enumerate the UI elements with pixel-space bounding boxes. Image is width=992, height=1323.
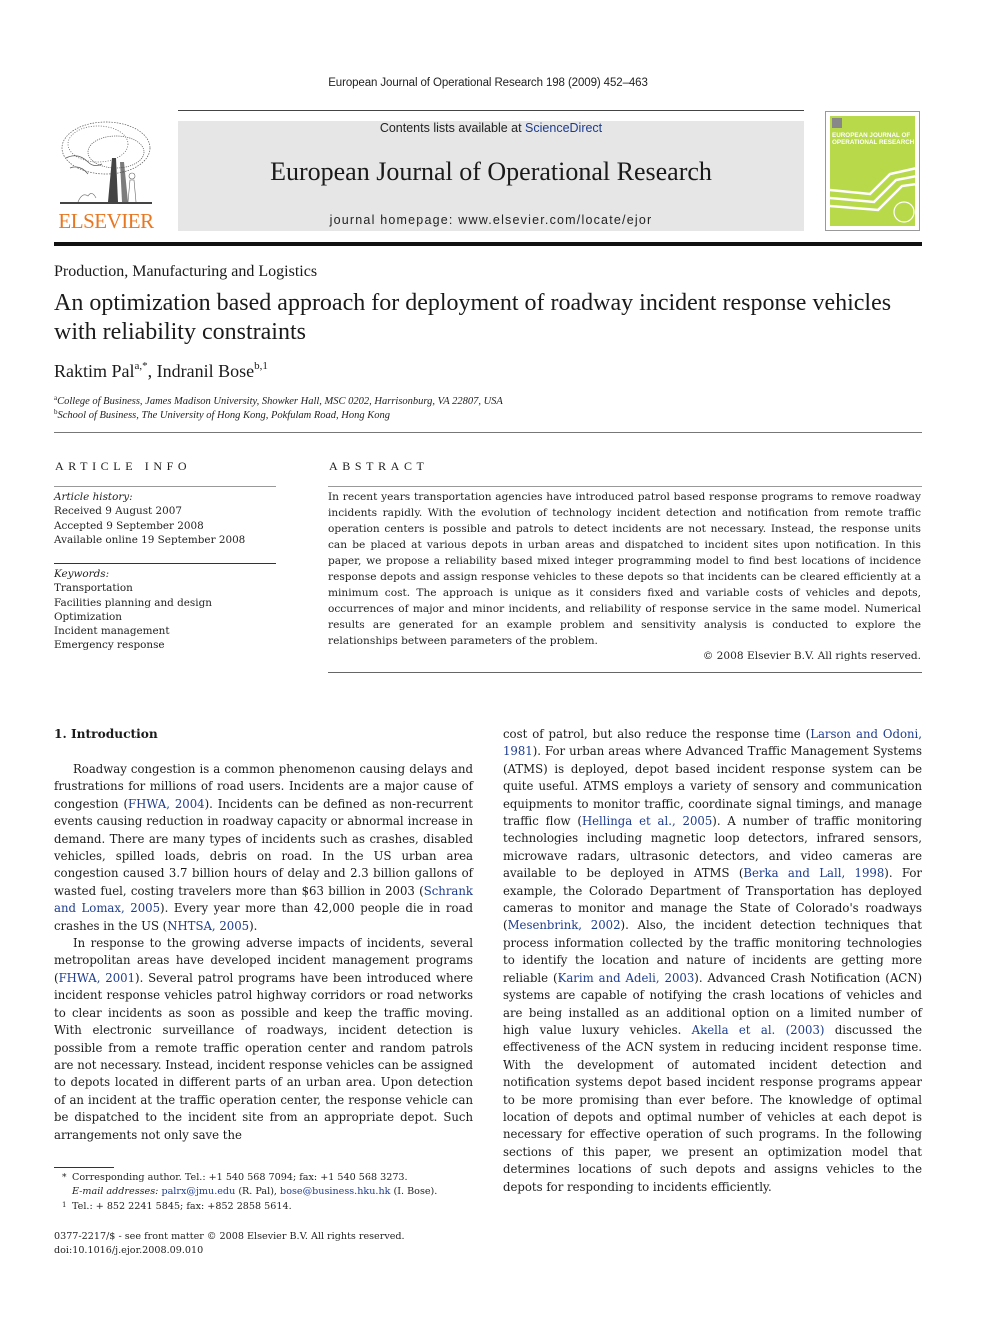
masthead-top-rule [178,110,804,111]
citation-link[interactable]: Berka and Lall, 1998 [743,866,884,880]
footnotes: * Corresponding author. Tel.: +1 540 568… [54,1171,474,1214]
keyword: Transportation [54,582,133,595]
keywords-label: Keywords: [54,568,110,580]
body-text: discussed the effectiveness of the ACN s… [503,1022,922,1194]
article-history: Article history: Received 9 August 2007 … [54,490,276,547]
abstract-heading: ABSTRACT [329,459,429,473]
keywords: Keywords: Transportation Facilities plan… [54,567,276,653]
article-info-rule [54,486,276,487]
doi[interactable]: doi:10.1016/j.ejor.2008.09.010 [54,1244,405,1258]
history-accepted: Accepted 9 September 2008 [54,519,204,532]
author-name[interactable]: Raktim Pal [54,361,135,381]
keyword: Optimization [54,610,122,623]
journal-title: European Journal of Operational Research [270,157,712,186]
affiliation: aCollege of Business, James Madison Univ… [54,394,503,407]
elsevier-tree-icon [60,121,152,204]
author-name[interactable]: Indranil Bose [157,361,254,381]
body-text: cost of patrol, but also reduce the resp… [503,727,811,741]
issn-line: 0377-2217/$ - see front matter © 2008 El… [54,1231,405,1242]
elsevier-wordmark: ELSEVIER [58,209,154,233]
contents-prefix: Contents lists available at [379,121,526,135]
author-list: Raktim Pala,*, Indranil Boseb,1 [54,360,268,382]
footnote-text: Corresponding author. Tel.: +1 540 568 7… [72,1172,408,1183]
email-link[interactable]: bose@business.hku.hk [280,1186,390,1197]
cover-image: EUROPEAN JOURNAL OF OPERATIONAL RESEARCH [830,116,915,226]
footnote-mark: * [62,1173,67,1183]
journal-homepage[interactable]: journal homepage: www.elsevier.com/locat… [178,213,804,227]
body-column-right: cost of patrol, but also reduce the resp… [503,726,922,1196]
footnote-emails: E-mail addresses: palrx@jmu.edu (R. Pal)… [54,1185,474,1199]
body-paragraph: cost of patrol, but also reduce the resp… [503,726,922,1196]
masthead-bottom-rule [54,242,922,246]
email-owner: (I. Bose). [390,1186,438,1198]
email-owner: (R. Pal), [235,1186,281,1198]
header-rule [54,432,922,433]
footnote-1: 1 Tel.: + 852 2241 5845; fax: +852 2858 … [54,1200,474,1214]
article-info-heading: ARTICLE INFO [55,459,192,473]
affiliation-text: College of Business, James Madison Unive… [57,396,503,407]
cover-title-line2: OPERATIONAL RESEARCH [832,139,915,146]
email-label: E-mail addresses: [72,1186,159,1198]
citation-link[interactable]: Hellinga et al., 2005 [582,814,712,828]
body-paragraph: Roadway congestion is a common phenomeno… [54,761,473,935]
abstract-rule [328,486,922,487]
citation-link[interactable]: FHWA, 2004 [128,797,205,811]
article-title: An optimization based approach for deplo… [54,290,892,345]
journal-masthead-box: Contents lists available at ScienceDirec… [178,121,804,231]
sciencedirect-link[interactable]: ScienceDirect [525,121,602,135]
footnote-mark: 1 [62,1200,67,1209]
citation-link[interactable]: Karim and Adeli, 2003 [558,971,695,985]
body-text: ). Incidents can be defined as non-recur… [54,796,473,898]
cover-title-line1: EUROPEAN JOURNAL OF [832,132,911,139]
history-received: Received 9 August 2007 [54,505,182,518]
abstract-text: In recent years transportation agencies … [328,491,921,647]
author-separator: , [147,361,157,381]
section-heading-introduction: 1. Introduction [54,727,158,741]
citation-link[interactable]: Mesenbrink, 2002 [508,918,621,932]
body-paragraph: In response to the growing adverse impac… [54,935,473,1144]
keyword: Emergency response [54,639,165,652]
abstract-copyright: © 2008 Elsevier B.V. All rights reserved… [702,650,921,662]
euro-emblem-icon [893,201,915,223]
author-marks[interactable]: a,* [135,360,148,372]
keyword: Incident management [54,625,170,638]
footnote-rule [54,1167,114,1168]
body-text: ). [249,918,258,933]
keywords-rule [54,563,276,564]
issn-block: 0377-2217/$ - see front matter © 2008 El… [54,1230,405,1259]
article-history-label: Article history: [54,491,133,503]
cover-title: EUROPEAN JOURNAL OF OPERATIONAL RESEARCH [832,132,914,146]
keyword: Facilities planning and design [54,596,212,609]
affiliation: bSchool of Business, The University of H… [54,408,390,421]
footnote-text: Tel.: + 852 2241 5845; fax: +852 2858 56… [72,1200,292,1212]
contents-availability: Contents lists available at ScienceDirec… [178,121,804,135]
elsevier-logo[interactable]: ELSEVIER [54,118,158,234]
citation-link[interactable]: Akella et al. (2003) [692,1023,825,1037]
journal-section-label: Production, Manufacturing and Logistics [54,263,318,280]
citation-link[interactable]: NHTSA, 2005 [167,919,249,933]
body-column-left: Roadway congestion is a common phenomeno… [54,761,473,1144]
running-header: European Journal of Operational Research… [328,77,648,89]
citation-link[interactable]: FHWA, 2001 [59,971,135,985]
footnote-corresponding: * Corresponding author. Tel.: +1 540 568… [54,1171,474,1185]
abstract-bottom-rule [328,672,922,673]
history-online: Available online 19 September 2008 [54,533,246,546]
journal-cover-thumbnail[interactable]: EUROPEAN JOURNAL OF OPERATIONAL RESEARCH [825,111,920,231]
affiliation-text: School of Business, The University of Ho… [57,410,390,421]
email-link[interactable]: palrx@jmu.edu [161,1186,235,1197]
cover-stripes-graphic [830,167,915,223]
body-text: ). Several patrol programs have been int… [54,970,474,1142]
cover-publisher-mark [832,118,842,128]
author-marks[interactable]: b,1 [254,360,268,372]
